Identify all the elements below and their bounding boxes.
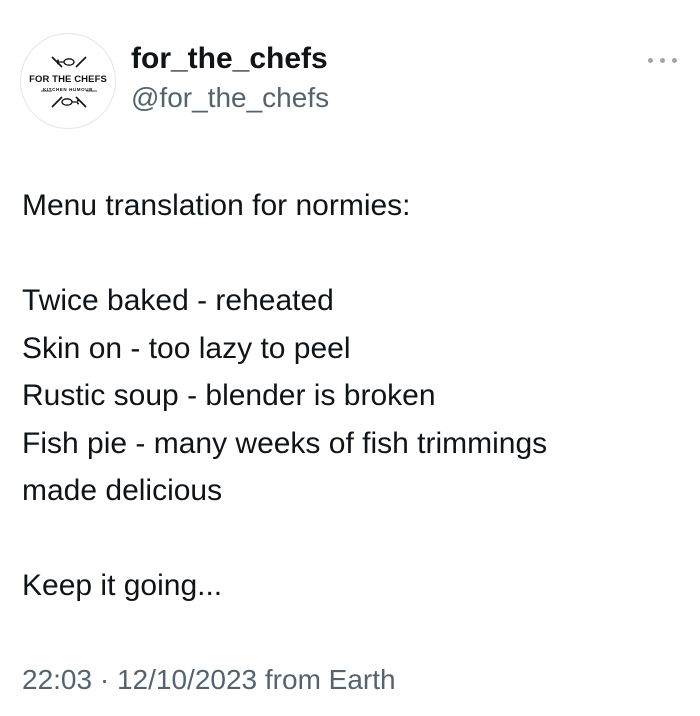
tweet-source: from Earth (264, 664, 396, 695)
tweet-date[interactable]: 12/10/2023 (117, 664, 257, 695)
tweet-intro: Menu translation for normies: (22, 189, 411, 222)
tweet-line: made delicious (22, 474, 223, 507)
tweet-line: Skin on - too lazy to peel (22, 331, 351, 365)
tweet-header: FOR THE CHEFS KITCHEN HUMOUR for_the_che… (20, 33, 680, 129)
avatar-logo-title: FOR THE CHEFS (29, 74, 107, 85)
tweet-meta: 22:03 · 12/10/2023 from Earth (22, 662, 396, 698)
tweet-card: FOR THE CHEFS KITCHEN HUMOUR for_the_che… (0, 0, 700, 716)
tweet-line: Fish pie - many weeks of fish trimmings (22, 426, 548, 460)
meta-separator: · (99, 664, 110, 695)
tweet-time[interactable]: 22:03 (22, 664, 92, 695)
tweet-text: Menu translation for normies: Twice bake… (22, 182, 682, 610)
more-options-icon (648, 58, 653, 63)
tweet-line: Twice baked - reheated (22, 284, 334, 317)
author-display-name[interactable]: for_the_chefs (131, 41, 329, 77)
author-handle[interactable]: @for_the_chefs (131, 81, 329, 115)
avatar[interactable]: FOR THE CHEFS KITCHEN HUMOUR (20, 33, 116, 129)
author-names: for_the_chefs @for_the_chefs (131, 41, 329, 115)
avatar-logo-subtitle: KITCHEN HUMOUR (43, 87, 93, 92)
tweet-closing: Keep it going... (22, 569, 223, 602)
more-options-icon-dot (672, 58, 677, 63)
more-options-icon-dot (660, 58, 665, 63)
tweet-line: Rustic soup - blender is broken (22, 379, 436, 412)
more-options-button[interactable] (646, 53, 680, 67)
